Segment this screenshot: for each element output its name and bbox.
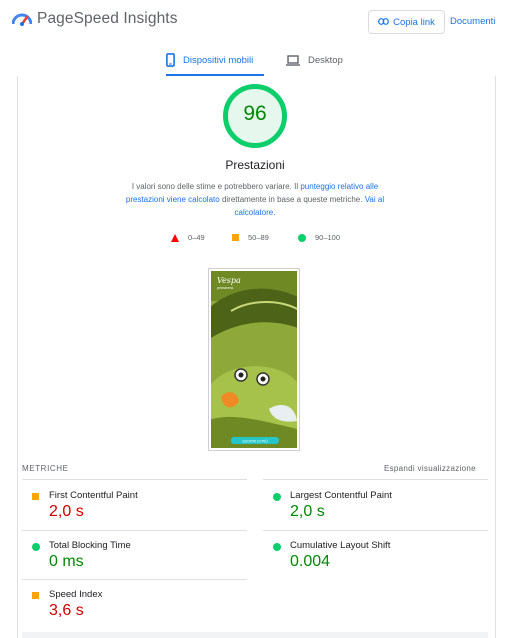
description-text-2: direttamente in base a queste metriche.: [219, 195, 365, 204]
screenshot-image: Vespa primavera SCOPRI DI PIÙ: [211, 271, 297, 448]
app-header: PageSpeed Insights Copia link Documenti: [0, 0, 510, 44]
screenshot-cta: SCOPRI DI PIÙ: [242, 438, 268, 443]
divider: [263, 479, 488, 480]
divider: [22, 530, 247, 531]
score-description: I valori sono delle stime e potrebbero v…: [118, 180, 392, 219]
tab-desktop-label: Desktop: [308, 54, 343, 66]
metric-cls-name: Cumulative Layout Shift: [290, 540, 391, 551]
app-title: PageSpeed Insights: [37, 10, 178, 27]
divider: [263, 530, 488, 531]
screenshot-brand-sub: primavera: [217, 286, 233, 290]
laptop-icon: [286, 54, 300, 66]
smartphone-icon: [166, 53, 175, 67]
pagespeed-logo-icon: [11, 10, 33, 28]
legend-average-label: 50–89: [248, 233, 269, 242]
metric-fcp-value: 2,0 s: [49, 503, 84, 520]
average-square-icon: [32, 592, 39, 599]
legend-average: 50–89: [232, 233, 269, 242]
legend-poor-label: 0–49: [188, 233, 205, 242]
expand-view-toggle[interactable]: Espandi visualizzazione: [384, 464, 476, 473]
metric-lcp-value: 2,0 s: [290, 503, 325, 520]
page-screenshot: Vespa primavera SCOPRI DI PIÙ: [208, 268, 300, 451]
metric-si-name: Speed Index: [49, 589, 103, 600]
average-square-icon: [32, 493, 39, 500]
divider: [22, 479, 247, 480]
copy-link-button[interactable]: Copia link: [368, 10, 445, 34]
legend-good-label: 90–100: [315, 233, 341, 242]
score-label: Prestazioni: [225, 158, 285, 172]
good-circle-icon: [32, 543, 40, 551]
legend-poor: 0–49: [171, 233, 205, 242]
description-text: I valori sono delle stime e potrebbero v…: [131, 182, 301, 191]
link-icon: [378, 17, 390, 28]
metric-lcp-name: Largest Contentful Paint: [290, 490, 392, 501]
circle-icon: [298, 233, 306, 242]
docs-link[interactable]: Documenti: [450, 16, 495, 27]
metric-cls-value: 0.004: [290, 553, 331, 570]
metrics-heading: METRICHE: [22, 464, 69, 473]
metric-tbt-name: Total Blocking Time: [49, 540, 131, 551]
screenshot-brand: Vespa: [217, 276, 241, 285]
score-value: 96: [243, 102, 267, 125]
good-circle-icon: [273, 493, 281, 501]
score-legend: 0–49 50–89 90–100: [0, 233, 510, 245]
logo[interactable]: PageSpeed Insights: [11, 10, 178, 28]
divider: [22, 579, 247, 580]
legend-good: 90–100: [298, 233, 340, 242]
tab-mobile-label: Dispositivi mobili: [183, 54, 254, 66]
metric-fcp-name: First Contentful Paint: [49, 490, 138, 501]
triangle-icon: [171, 233, 179, 242]
good-circle-icon: [273, 543, 281, 551]
square-icon: [232, 234, 239, 241]
tab-mobile[interactable]: Dispositivi mobili: [166, 44, 264, 76]
device-tabs: Dispositivi mobili Desktop: [0, 44, 510, 76]
tab-desktop[interactable]: Desktop: [286, 44, 343, 76]
metric-tbt-value: 0 ms: [49, 553, 84, 570]
section-footer-bar: [22, 632, 488, 638]
copy-link-label: Copia link: [393, 16, 435, 28]
metric-si-value: 3,6 s: [49, 602, 84, 619]
